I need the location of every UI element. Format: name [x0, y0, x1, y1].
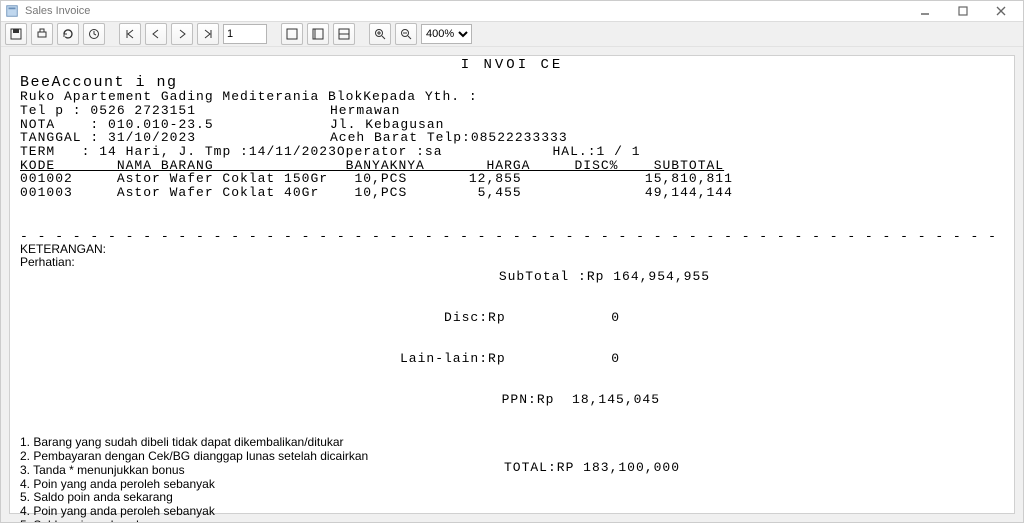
app-window: Sales Invoice 400% I N	[0, 0, 1024, 523]
note-line: 5. Saldo poin anda sekarang	[20, 491, 400, 505]
recipient-phone: 08522233333	[471, 131, 568, 145]
report-page: I NVOI CE BeeAccount i ng Ruko Apartemen…	[9, 55, 1015, 514]
refresh-icon[interactable]	[57, 23, 79, 45]
close-button[interactable]	[983, 2, 1019, 20]
actual-size-icon[interactable]	[281, 23, 303, 45]
hal-value: 1 / 1	[597, 145, 641, 159]
save-icon[interactable]	[5, 23, 27, 45]
report-viewport[interactable]: I NVOI CE BeeAccount i ng Ruko Apartemen…	[1, 47, 1023, 522]
app-icon	[5, 4, 19, 18]
zoom-in-icon[interactable]	[369, 23, 391, 45]
operator-label: Operator :	[337, 145, 425, 159]
window-controls	[907, 2, 1019, 20]
clock-icon[interactable]	[83, 23, 105, 45]
recipient-street: Jl. Kebagusan	[330, 118, 444, 132]
last-page-icon[interactable]	[197, 23, 219, 45]
note-line: 4. Poin yang anda peroleh sebanyak	[20, 505, 400, 519]
invoice-document: I NVOI CE BeeAccount i ng Ruko Apartemen…	[20, 58, 1004, 522]
hal-label: HAL.:	[553, 145, 597, 159]
item-row-2: 001003 Astor Wafer Coklat 40Gr 10,PCS 5,…	[20, 186, 1004, 200]
company-name: BeeAccount i ng	[20, 75, 1004, 91]
lain-line: Lain-lain:Rp 0	[400, 352, 710, 366]
note-line: 5. Saldo poin anda sekarang	[20, 519, 400, 522]
note-line: 1. Barang yang sudah dibeli tidak dapat …	[20, 436, 400, 450]
recipient-name: Hermawan	[330, 104, 400, 118]
page-number-input[interactable]	[223, 24, 267, 44]
maximize-button[interactable]	[945, 2, 981, 20]
separator-dashes: - - - - - - - - - - - - - - - - - - - - …	[20, 230, 1004, 244]
total-line: TOTAL:RP 183,100,000	[400, 461, 700, 475]
term-row: TERM : 14 Hari, J. Tmp :14/11/2023Operat…	[20, 145, 1004, 159]
keterangan-label: KETERANGAN:	[20, 243, 400, 256]
term-value: 14 Hari, J. Tmp :14/11/2023	[99, 144, 337, 159]
disc-line: Disc:Rp 0	[400, 311, 710, 325]
window-title: Sales Invoice	[25, 5, 90, 17]
tanggal-row: TANGGAL : 31/10/2023 Aceh Barat Telp: 08…	[20, 131, 1004, 145]
report-toolbar: 400%	[1, 22, 1023, 47]
fit-width-icon[interactable]	[333, 23, 355, 45]
telp-row: Tel p : 0526 2723151 Hermawan	[20, 104, 1004, 118]
title-bar: Sales Invoice	[1, 1, 1023, 22]
ppn-line: PPN:Rp 18,145,045	[400, 393, 710, 407]
invoice-title: I NVOI CE	[20, 58, 1004, 73]
kepada-label: Kepada Yth. :	[363, 90, 477, 104]
first-page-icon[interactable]	[119, 23, 141, 45]
next-page-icon[interactable]	[171, 23, 193, 45]
print-icon[interactable]	[31, 23, 53, 45]
company-address: Ruko Apartement Gading Mediterania Blok	[20, 90, 363, 104]
note-line: 4. Poin yang anda peroleh sebanyak	[20, 478, 400, 492]
zoom-out-icon[interactable]	[395, 23, 417, 45]
subtotal-line: SubTotal :Rp 164,954,955	[400, 270, 710, 284]
recipient-city: Aceh Barat Telp:	[330, 131, 471, 145]
prev-page-icon[interactable]	[145, 23, 167, 45]
perhatian-label: Perhatian:	[20, 256, 400, 269]
item-row-1: 001002 Astor Wafer Coklat 150Gr 10,PCS 1…	[20, 172, 1004, 186]
fit-page-icon[interactable]	[307, 23, 329, 45]
nota-row: NOTA : 010.010-23.5 Jl. Kebagusan	[20, 118, 1004, 132]
zoom-select[interactable]: 400%	[421, 24, 472, 44]
note-line: 2. Pembayaran dengan Cek/BG dianggap lun…	[20, 450, 400, 464]
note-line: 3. Tanda * menunjukkan bonus	[20, 464, 400, 478]
operator-value: sa	[425, 145, 443, 159]
items-column-headers: KODE NAMA BARANG BANYAKNYA HARGA DISC% S…	[20, 159, 1004, 173]
address-row: Ruko Apartement Gading Mediterania Blok …	[20, 90, 1004, 104]
minimize-button[interactable]	[907, 2, 943, 20]
term-label: TERM :	[20, 144, 90, 159]
